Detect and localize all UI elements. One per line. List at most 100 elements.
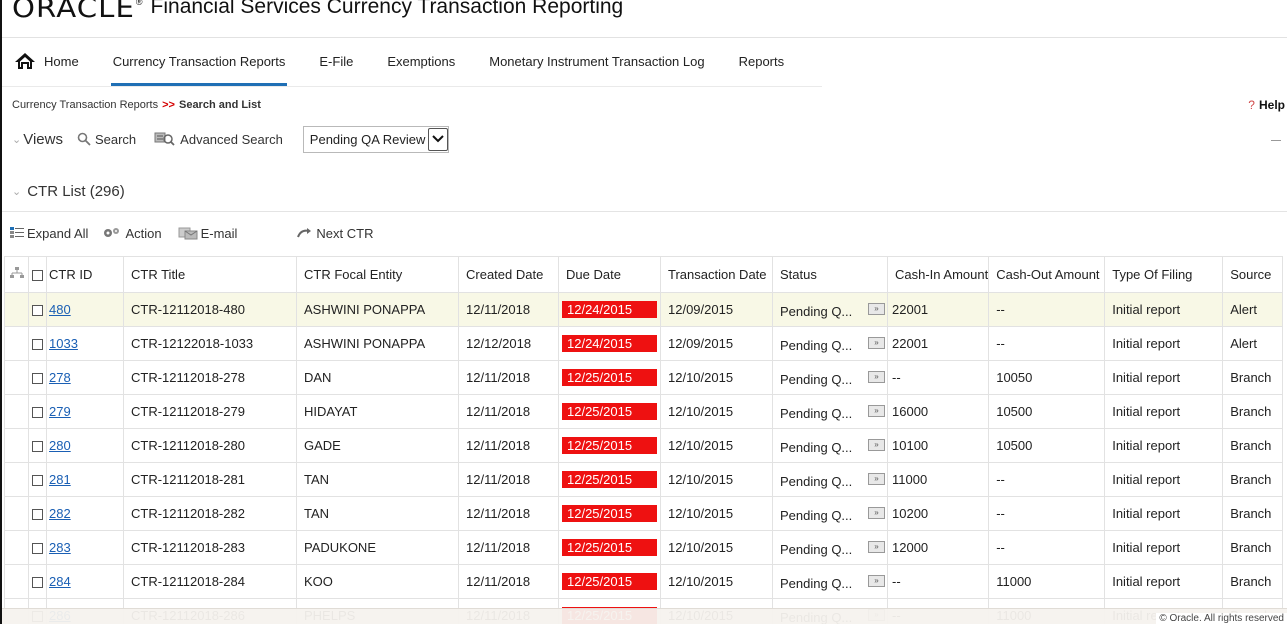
ctr-id-link[interactable]: 279: [49, 404, 71, 419]
ctr-id-link[interactable]: 282: [49, 506, 71, 521]
col-due-date[interactable]: Due Date: [558, 256, 661, 293]
ctr-title-cell: CTR-12112018-280: [123, 428, 297, 463]
nav-home-label[interactable]: Home: [36, 38, 96, 86]
home-icon[interactable]: [14, 52, 36, 73]
due-date-cell: 12/25/2015: [558, 394, 661, 429]
row-checkbox[interactable]: [28, 428, 47, 463]
row-checkbox[interactable]: [28, 496, 47, 531]
action-button[interactable]: Action: [102, 226, 162, 241]
view-select[interactable]: Pending QA Review: [302, 125, 450, 153]
views-label[interactable]: Views: [23, 131, 63, 148]
source-cell: Branch: [1222, 360, 1284, 395]
advanced-search-label[interactable]: Advanced Search: [180, 132, 283, 147]
chevron-down-icon[interactable]: [428, 127, 449, 151]
expand-status-icon[interactable]: »: [868, 507, 885, 519]
expand-status-icon[interactable]: »: [868, 575, 885, 587]
ctr-id-link[interactable]: 281: [49, 472, 71, 487]
email-button[interactable]: E-mail: [178, 226, 238, 241]
registered-mark: ®: [135, 0, 143, 7]
expand-status-icon[interactable]: »: [868, 303, 885, 315]
nav-currency-transaction-reports[interactable]: Currency Transaction Reports: [96, 38, 303, 86]
search-button[interactable]: Search: [77, 132, 136, 147]
row-checkbox[interactable]: [28, 326, 47, 361]
copyright: © Oracle. All rights reserved: [1156, 613, 1287, 624]
help-label[interactable]: Help: [1259, 98, 1285, 112]
expand-status-icon[interactable]: »: [868, 371, 885, 383]
ctr-id-link[interactable]: 280: [49, 438, 71, 453]
col-created-date[interactable]: Created Date: [458, 256, 559, 293]
expand-all-label[interactable]: Expand All: [27, 226, 88, 241]
col-cash-out[interactable]: Cash-Out Amount: [988, 256, 1106, 293]
table-row[interactable]: 280 CTR-12112018-280 GADE 12/11/2018 12/25/2…: [4, 428, 1284, 463]
due-date-cell: 12/25/2015: [558, 360, 661, 395]
table-row[interactable]: 281 CTR-12112018-281 TAN 12/11/2018 12/25/20…: [4, 462, 1284, 497]
row-checkbox[interactable]: [28, 564, 47, 599]
expand-status-icon[interactable]: »: [868, 439, 885, 451]
ctr-id-link[interactable]: 283: [49, 540, 71, 555]
breadcrumb: Currency Transaction Reports >> Search and…: [12, 99, 261, 111]
ctr-id-link[interactable]: 480: [49, 302, 71, 317]
next-ctr-label[interactable]: Next CTR: [316, 226, 373, 241]
col-focal-entity[interactable]: CTR Focal Entity: [296, 256, 459, 293]
ctr-list-header[interactable]: ⌄ CTR List (296): [12, 183, 125, 200]
select-all-checkbox[interactable]: [28, 256, 47, 293]
next-ctr-button[interactable]: Next CTR: [297, 226, 373, 241]
nav-reports[interactable]: Reports: [722, 38, 802, 86]
col-status[interactable]: Status: [772, 256, 888, 293]
table-row[interactable]: 279 CTR-12112018-279 HIDAYAT 12/11/2018 12/2…: [4, 394, 1284, 429]
advanced-search-button[interactable]: Advanced Search: [154, 131, 283, 147]
expand-status-icon[interactable]: »: [868, 405, 885, 417]
minimize-icon[interactable]: [1271, 140, 1281, 141]
expand-status-icon[interactable]: »: [868, 337, 885, 349]
nav-e-file[interactable]: E-File: [302, 38, 370, 86]
row-checkbox[interactable]: [28, 360, 47, 395]
created-date-cell: 12/11/2018: [458, 564, 559, 599]
ctr-id-cell: 283: [46, 530, 124, 565]
status-cell: Pending Q... »: [772, 496, 888, 531]
col-cash-in[interactable]: Cash-In Amount: [886, 256, 990, 293]
nav-home[interactable]: Home: [14, 38, 96, 86]
question-icon: ?: [1248, 98, 1255, 112]
view-select-value[interactable]: Pending QA Review: [310, 132, 426, 147]
chevron-down-icon[interactable]: ⌄: [12, 133, 21, 146]
due-date-cell: 12/24/2015: [558, 292, 661, 327]
chevron-down-icon[interactable]: ⌄: [12, 185, 21, 198]
status-text: Pending Q...: [780, 406, 853, 421]
table-row[interactable]: 282 CTR-12112018-282 TAN 12/11/2018 12/25/20…: [4, 496, 1284, 531]
row-checkbox[interactable]: [28, 530, 47, 565]
col-transaction-date[interactable]: Transaction Date: [660, 256, 773, 293]
nav-monetary-instrument-log[interactable]: Monetary Instrument Transaction Log: [472, 38, 721, 86]
ctr-id-link[interactable]: 278: [49, 370, 71, 385]
table-row[interactable]: 278 CTR-12112018-278 DAN 12/11/2018 12/25/20…: [4, 360, 1284, 395]
table-row[interactable]: 284 CTR-12112018-284 KOO 12/11/2018 12/25/20…: [4, 564, 1284, 599]
breadcrumb-parent[interactable]: Currency Transaction Reports: [12, 99, 158, 111]
status-text: Pending Q...: [780, 440, 853, 455]
table-row[interactable]: 480 CTR-12112018-480 ASHWINI PONAPPA 12/11/…: [4, 292, 1284, 327]
filing-type-cell: Initial report: [1104, 394, 1224, 429]
created-date-cell: 12/11/2018: [458, 360, 559, 395]
app-window: ORACLE ® Financial Services Currency Tra…: [0, 0, 1287, 624]
col-ctr-id[interactable]: CTR ID: [46, 256, 124, 293]
expand-status-icon[interactable]: »: [868, 541, 885, 553]
col-source[interactable]: Source: [1222, 256, 1284, 293]
transaction-date-cell: 12/10/2015: [660, 394, 773, 429]
row-checkbox[interactable]: [28, 394, 47, 429]
ctr-id-link[interactable]: 1033: [49, 336, 78, 351]
table-row[interactable]: 283 CTR-12112018-283 PADUKONE 12/11/2018 12/…: [4, 530, 1284, 565]
ctr-id-link[interactable]: 284: [49, 574, 71, 589]
email-label[interactable]: E-mail: [201, 226, 238, 241]
row-checkbox[interactable]: [28, 462, 47, 497]
col-type-of-filing[interactable]: Type Of Filing: [1104, 256, 1224, 293]
source-cell: Branch: [1222, 394, 1284, 429]
expand-status-icon[interactable]: »: [868, 473, 885, 485]
search-label[interactable]: Search: [95, 132, 136, 147]
help-link[interactable]: ? Help: [1248, 98, 1285, 112]
row-checkbox[interactable]: [28, 292, 47, 327]
col-ctr-title[interactable]: CTR Title: [123, 256, 297, 293]
expand-all-button[interactable]: Expand All: [10, 226, 88, 241]
cash-out-cell: --: [988, 326, 1106, 361]
table-row[interactable]: 1033 CTR-12122018-1033 ASHWINI PONAPPA 12/1…: [4, 326, 1284, 361]
hierarchy-icon[interactable]: [4, 256, 29, 293]
action-label[interactable]: Action: [125, 226, 161, 241]
nav-exemptions[interactable]: Exemptions: [370, 38, 472, 86]
